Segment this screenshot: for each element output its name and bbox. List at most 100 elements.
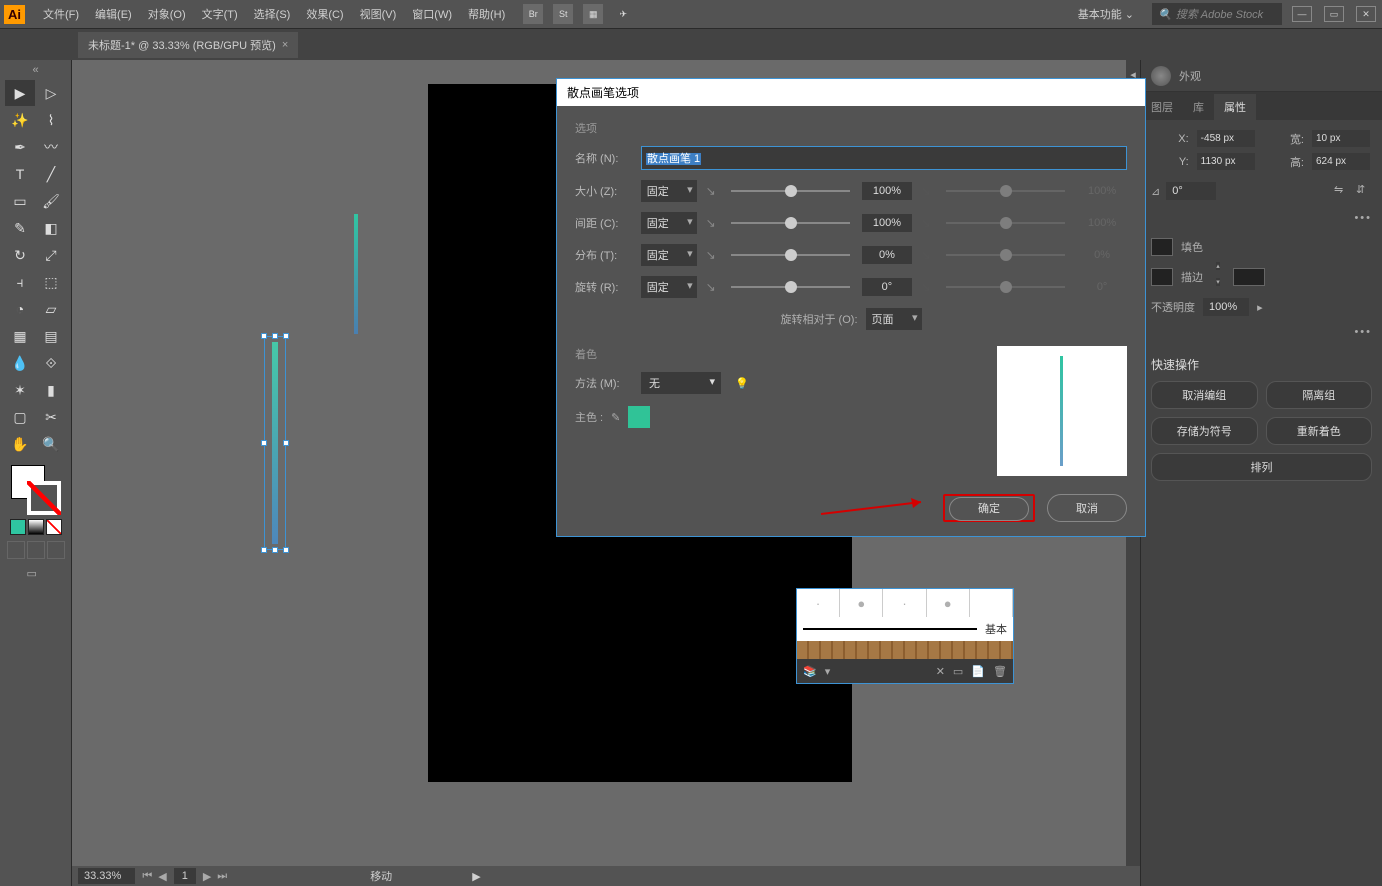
selection-tool[interactable]: ▶ [5, 80, 35, 106]
document-tab[interactable]: 未标题-1* @ 33.33% (RGB/GPU 预览) × [78, 32, 298, 58]
stock-icon[interactable]: St [553, 4, 573, 24]
nav-last-icon[interactable]: ⏭ [214, 870, 230, 883]
nav-next-icon[interactable]: ▶ [200, 870, 214, 883]
artboard-tool[interactable]: ▢ [5, 404, 35, 430]
brush-art-row[interactable] [797, 641, 1013, 659]
spacing-mode-select[interactable]: 固定 [641, 212, 697, 234]
scale-tool[interactable]: ⤢ [36, 242, 66, 268]
brush-preset[interactable]: · [883, 589, 926, 617]
hand-tool[interactable]: ✋ [5, 431, 35, 457]
width-tool[interactable]: ⫞ [5, 269, 35, 295]
brush-basic-row[interactable]: 基本 [797, 617, 1013, 641]
tab-properties[interactable]: 属性 [1214, 94, 1256, 120]
appearance-label[interactable]: 外观 [1179, 68, 1201, 84]
spacing-slider[interactable] [731, 222, 850, 224]
lasso-tool[interactable]: ⌇ [36, 107, 66, 133]
brush-delete-icon[interactable]: 🗑 [993, 665, 1007, 678]
brush-preset[interactable]: ● [927, 589, 970, 617]
nav-first-icon[interactable]: ⏮ [139, 870, 155, 883]
stroke-weight-value[interactable] [1233, 268, 1265, 286]
gradient-tool[interactable]: ▤ [36, 323, 66, 349]
artboard-number[interactable]: 1 [174, 868, 196, 884]
pen-tool[interactable]: ✒ [5, 134, 35, 160]
panel-menu-icon-2[interactable]: ••• [1151, 326, 1372, 338]
menu-type[interactable]: 文字(T) [194, 6, 246, 22]
arrange-button[interactable]: 排列 [1151, 453, 1372, 481]
brush-libraries-icon[interactable]: 📚 [803, 665, 817, 678]
menu-effect[interactable]: 效果(C) [298, 6, 351, 22]
panel-menu-icon[interactable]: ••• [1151, 212, 1372, 224]
eyedropper-icon[interactable]: ✎ [611, 411, 620, 424]
brush-preset[interactable]: ● [840, 589, 883, 617]
magic-wand-tool[interactable]: ✨ [5, 107, 35, 133]
stroke-color-swatch[interactable] [1151, 268, 1173, 286]
tab-layers[interactable]: 图层 [1141, 94, 1183, 120]
spacing-value[interactable]: 100% [862, 214, 912, 232]
brush-new-icon[interactable]: 📄 [971, 665, 985, 678]
brush-preset[interactable] [970, 589, 1013, 617]
mesh-tool[interactable]: ▦ [5, 323, 35, 349]
eraser-tool[interactable]: ◧ [36, 215, 66, 241]
rotation-mode-select[interactable]: 固定 [641, 276, 697, 298]
scatter-mode-select[interactable]: 固定 [641, 244, 697, 266]
brush-preset[interactable]: · [797, 589, 840, 617]
nav-prev-icon[interactable]: ◀ [155, 870, 169, 883]
x-input[interactable]: -458 px [1197, 130, 1255, 147]
ok-button[interactable]: 确定 [949, 497, 1029, 521]
link-icon[interactable]: ↘ [703, 216, 719, 230]
size-value[interactable]: 100% [862, 182, 912, 200]
free-transform-tool[interactable]: ⬚ [36, 269, 66, 295]
menu-select[interactable]: 选择(S) [246, 6, 299, 22]
link-icon[interactable]: ↘ [703, 248, 719, 262]
menu-object[interactable]: 对象(O) [140, 6, 194, 22]
eyedropper-tool[interactable]: 💧 [5, 350, 35, 376]
bridge-icon[interactable]: Br [523, 4, 543, 24]
size-slider[interactable] [731, 190, 850, 192]
rotation-value[interactable]: 0° [862, 278, 912, 296]
fill-stroke-controls[interactable] [11, 465, 61, 515]
h-input[interactable]: 624 px [1312, 153, 1370, 170]
window-close-icon[interactable]: ✕ [1356, 6, 1376, 22]
angle-input[interactable]: 0° [1166, 182, 1216, 200]
flip-vertical-icon[interactable]: ⇵ [1356, 183, 1372, 199]
scatter-slider[interactable] [731, 254, 850, 256]
stroke-weight-stepper[interactable]: ▴▾ [1211, 262, 1225, 286]
fill-color-swatch[interactable] [1151, 238, 1173, 256]
color-mini-swatch[interactable] [10, 519, 26, 535]
ungroup-button[interactable]: 取消编组 [1151, 381, 1258, 409]
menu-view[interactable]: 视图(V) [352, 6, 405, 22]
tab-libraries[interactable]: 库 [1183, 94, 1214, 120]
graph-tool[interactable]: ▮ [36, 377, 66, 403]
menu-file[interactable]: 文件(F) [35, 6, 87, 22]
search-stock-input[interactable]: 🔍 搜索 Adobe Stock [1152, 3, 1282, 25]
direct-selection-tool[interactable]: ▷ [36, 80, 66, 106]
type-tool[interactable]: T [5, 161, 35, 187]
workspace-switcher[interactable]: 基本功能 ⌄ [1068, 3, 1144, 25]
size-mode-select[interactable]: 固定 [641, 180, 697, 202]
method-select[interactable]: 无 [641, 372, 721, 394]
brush-libraries-menu-icon[interactable]: ▾ [825, 665, 831, 678]
document-tab-close-icon[interactable]: × [282, 39, 288, 51]
curvature-tool[interactable]: 〰 [36, 134, 66, 160]
link-icon[interactable]: ↘ [703, 184, 719, 198]
keycolor-swatch[interactable] [628, 406, 650, 428]
zoom-tool[interactable]: 🔍 [36, 431, 66, 457]
slice-tool[interactable]: ✂ [36, 404, 66, 430]
window-minimize-icon[interactable]: — [1292, 6, 1312, 22]
shaper-tool[interactable]: ✎ [5, 215, 35, 241]
line-tool[interactable]: ╱ [36, 161, 66, 187]
symbol-sprayer-tool[interactable]: ✶ [5, 377, 35, 403]
toolbar-expand-icon[interactable]: « [27, 64, 45, 76]
stroke-swatch[interactable] [27, 481, 61, 515]
opacity-input[interactable]: 100% [1203, 298, 1249, 316]
window-restore-icon[interactable]: ▭ [1324, 6, 1344, 22]
status-play-icon[interactable]: ▶ [472, 870, 480, 883]
save-symbol-button[interactable]: 存储为符号 [1151, 417, 1258, 445]
selection-bounds[interactable] [264, 336, 286, 550]
menu-window[interactable]: 窗口(W) [404, 6, 460, 22]
rotate-tool[interactable]: ↻ [5, 242, 35, 268]
perspective-tool[interactable]: ▱ [36, 296, 66, 322]
cancel-button[interactable]: 取消 [1047, 494, 1127, 522]
y-input[interactable]: 1130 px [1197, 153, 1255, 170]
recolor-button[interactable]: 重新着色 [1266, 417, 1373, 445]
